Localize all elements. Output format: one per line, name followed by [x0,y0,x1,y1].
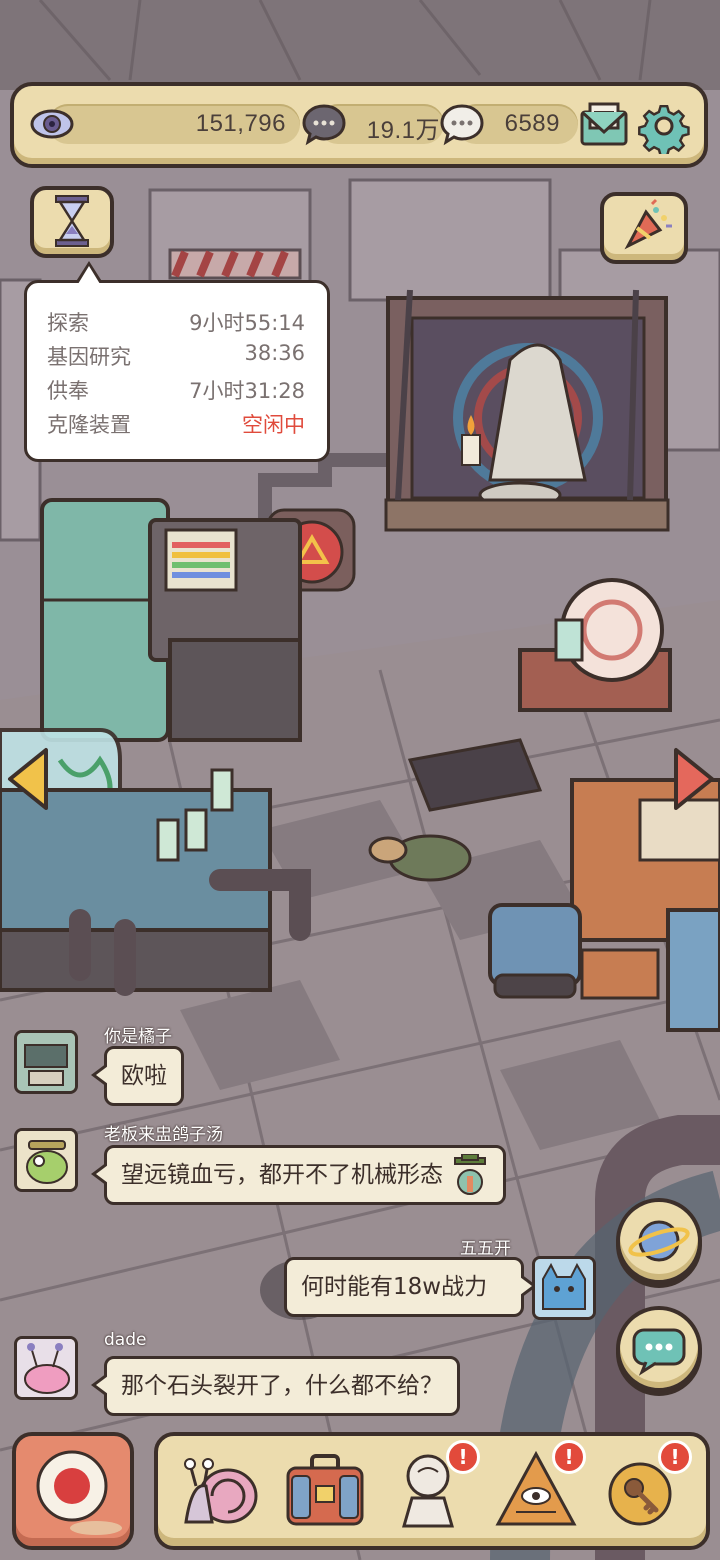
timer-row-clone-device: 克隆装置 空闲中 [47,409,305,441]
chat-bubble: 那个石头裂开了，什么都不给？ [91,1356,460,1416]
chat-username: dade [104,1330,147,1350]
timer-row-explore: 探索 9小时55:14 [47,307,305,339]
avatar-machine-icon [17,1033,75,1091]
timer-row-gene-research: 基因研究 38:36 [47,341,305,373]
notification-badge: ! [446,1440,480,1474]
chat-bubble: 望远镜血亏，都开不了机械形态 [91,1145,506,1205]
right-arrow-icon[interactable] [670,746,716,812]
event-button[interactable] [600,192,688,264]
nav-item-suitcase[interactable] [276,1442,374,1538]
timer-label: 基因研究 [47,345,131,369]
frog-with-hat-emoji-icon [454,1154,486,1195]
avatar-pink-snail-icon [17,1339,75,1397]
notification-badge: ! [552,1440,586,1474]
mail-icon[interactable] [576,98,632,154]
timer-value: 38:36 [244,341,305,365]
dark-bubble-resource[interactable]: 19.1万 [302,104,444,146]
chat-bubble-icon [632,1328,686,1376]
avatar[interactable] [532,1256,596,1320]
timer-value-idle: 空闲中 [242,413,305,437]
resource-bar: 151,796 19.1万 6589 [10,82,708,168]
dark-speech-bubble-icon [302,104,346,146]
dark-bubble-value: 19.1万 [366,117,440,144]
eye-resource[interactable]: 151,796 [28,104,300,144]
avatar-blue-cat-icon [535,1259,593,1317]
nav-item-pyramid[interactable]: ! [488,1440,586,1538]
timer-row-offering: 供奉 7小时31:28 [47,375,305,407]
timer-label: 克隆装置 [47,413,131,437]
notification-badge: ! [658,1440,692,1474]
nav-item-key[interactable]: ! [594,1440,692,1538]
party-popper-icon [624,198,672,250]
suitcase-icon [286,1454,364,1526]
light-bubble-value: 6589 [504,110,560,137]
timer-label: 探索 [47,311,89,335]
timer-label: 供奉 [47,379,89,403]
avatar-frog-icon [17,1131,75,1189]
chat-bubble: 欧啦 [91,1046,184,1106]
light-speech-bubble-icon [440,104,484,146]
record-icon [36,1450,122,1535]
eye-resource-value: 151,796 [195,110,286,137]
snail-icon [184,1458,258,1524]
avatar[interactable] [14,1336,78,1400]
avatar[interactable] [14,1128,78,1192]
timer-button[interactable] [30,186,114,258]
chat-bubble-text: 望远镜血亏，都开不了机械形态 [121,1162,443,1188]
left-arrow-icon[interactable] [6,746,52,812]
timer-value: 9小时55:14 [189,311,305,335]
chat-button[interactable] [616,1306,702,1392]
timer-popup: 探索 9小时55:14 基因研究 38:36 供奉 7小时31:28 克隆装置 … [24,261,330,462]
planet-button[interactable] [616,1198,702,1284]
chat-username: 你是橘子 [104,1027,172,1047]
chat-username: 五五开 [460,1239,511,1259]
planet-icon [628,1220,690,1262]
record-button[interactable] [12,1432,134,1550]
avatar[interactable] [14,1030,78,1094]
eye-icon [30,109,74,139]
nav-item-bust[interactable]: ! [382,1440,480,1538]
light-bubble-resource[interactable]: 6589 [438,104,578,146]
chat-username: 老板来盅鸽子汤 [104,1125,223,1145]
nav-item-snail[interactable] [172,1442,270,1538]
chat-bubble: 何时能有18w战力 [284,1257,537,1317]
gear-icon[interactable] [636,98,692,154]
hourglass-icon [55,195,89,247]
timer-value: 7小时31:28 [189,379,305,403]
bottom-nav-bar: ! ! ! [154,1432,710,1550]
